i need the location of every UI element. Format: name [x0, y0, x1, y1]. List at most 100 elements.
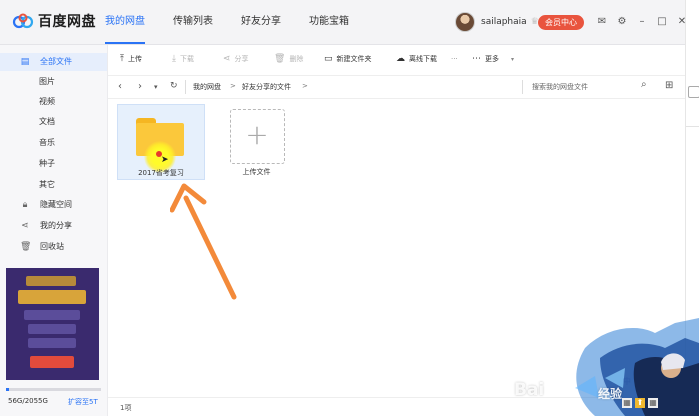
sidebar-item-label: 我的分享	[40, 221, 72, 230]
new-folder-label: 新建文件夹	[336, 55, 372, 63]
avatar[interactable]	[455, 12, 475, 32]
search-icon[interactable]: ⌕	[641, 79, 647, 90]
vip-center-button[interactable]: 会员中心	[538, 15, 584, 30]
storage-quota-fill	[6, 388, 9, 391]
delete-button[interactable]: 🗑︎ 删除	[274, 54, 303, 64]
sidebar-item-label: 隐藏空间	[40, 200, 72, 209]
new-folder-button[interactable]: ▭ 新建文件夹	[324, 54, 372, 64]
history-dropdown-icon[interactable]: ▾	[154, 83, 158, 91]
search-input[interactable]: 搜索我的网盘文件	[532, 82, 588, 92]
sidebar-item-label: 种子	[39, 159, 55, 168]
lock-icon: 🔒︎	[22, 200, 28, 210]
tab-my-disk[interactable]: 我的网盘	[105, 0, 145, 44]
trash-icon: 🗑︎	[274, 54, 286, 64]
expand-storage-link[interactable]: 扩容至5T	[68, 397, 98, 407]
upload-file-label[interactable]: 上传文件	[225, 167, 288, 177]
new-folder-icon: ▭	[324, 54, 333, 64]
toolbar: ⤒ 上传 ⤓ 下载 ⋖ 分享 🗑︎ 删除 ▭ 新建文件夹 ☁ 离线下载 ··· …	[108, 45, 685, 76]
folder-name[interactable]: 2017省考复习	[118, 168, 204, 178]
sidebar: ▤ 全部文件 图片 视频 文档 音乐 种子 其它 🔒︎ 隐藏空间 ⋖ 我的分享	[0, 45, 108, 416]
storage-quota-bar	[6, 388, 101, 391]
minimize-icon[interactable]: –	[636, 16, 648, 28]
system-tray: ▦ ⬆ ▦	[622, 398, 661, 408]
sidebar-item-label: 视频	[39, 97, 55, 106]
sidebar-item-label: 文档	[39, 117, 55, 126]
delete-label: 删除	[289, 55, 304, 63]
sidebar-item-hidden-space[interactable]: 🔒︎ 隐藏空间	[0, 196, 107, 214]
grid-view-icon[interactable]: ⊞	[665, 80, 673, 91]
upload-label: 上传	[127, 55, 142, 63]
window-controls: ✉ ⚙ – □ ✕	[596, 16, 696, 28]
sidebar-item-torrents[interactable]: 种子	[0, 155, 107, 173]
watermark-brand: Bai	[514, 380, 545, 400]
mail-icon[interactable]: ✉	[596, 16, 608, 28]
trash-icon: 🗑︎	[20, 242, 32, 252]
download-button[interactable]: ⤓ 下载	[172, 54, 194, 64]
download-icon: ⤓	[172, 54, 176, 64]
upload-icon: ⤒	[120, 54, 124, 64]
item-count: 1项	[120, 404, 132, 412]
app-name: 百度网盘	[38, 14, 96, 30]
refresh-icon[interactable]: ↻	[170, 81, 178, 91]
sidebar-item-all-files[interactable]: ▤ 全部文件	[0, 53, 107, 71]
sidebar-item-my-share[interactable]: ⋖ 我的分享	[0, 217, 107, 235]
user-info[interactable]: sailaphaia ♛	[455, 12, 539, 32]
more-dots-icon: ···	[451, 55, 458, 63]
breadcrumb-friend-shared-files[interactable]: 好友分享的文件	[242, 82, 291, 92]
sidebar-item-music[interactable]: 音乐	[0, 134, 107, 152]
share-icon: ⋖	[223, 54, 231, 64]
breadcrumb-separator: >	[302, 82, 308, 90]
window-icon	[688, 86, 699, 98]
tab-transfer-list[interactable]: 传输列表	[173, 0, 213, 44]
upload-file-tile[interactable]: +	[230, 109, 285, 164]
chevron-down-icon: ▾	[511, 55, 515, 63]
sidebar-item-other[interactable]: 其它	[0, 176, 107, 194]
download-label: 下载	[179, 55, 194, 63]
more-label: 更多	[485, 55, 499, 63]
tray-icon[interactable]: ▦	[622, 398, 632, 408]
breadcrumb-my-disk[interactable]: 我的网盘	[193, 82, 221, 92]
sidebar-item-label: 回收站	[40, 242, 64, 251]
tray-grid-icon[interactable]: ▦	[648, 398, 658, 408]
promo-banner[interactable]	[6, 268, 99, 380]
sidebar-item-label: 其它	[39, 180, 55, 189]
sidebar-item-documents[interactable]: 文档	[0, 113, 107, 131]
divider	[185, 80, 186, 94]
share-icon: ⋖	[21, 221, 29, 231]
breadcrumb-separator: >	[230, 82, 236, 90]
breadcrumb-bar: ‹ › ▾ ↻ 我的网盘 > 好友分享的文件 > 搜索我的网盘文件 ⌕ ⊞	[108, 76, 685, 99]
upload-button[interactable]: ⤒ 上传	[120, 54, 142, 64]
mouse-pointer-icon: ➤	[161, 155, 169, 165]
sidebar-item-label: 全部文件	[40, 57, 72, 66]
ime-indicator: 中	[623, 377, 631, 386]
sidebar-item-videos[interactable]: 视频	[0, 93, 107, 111]
watermark-jingyan: 经验	[598, 387, 623, 401]
sidebar-item-label: 音乐	[39, 138, 55, 147]
divider	[522, 80, 523, 94]
share-label: 分享	[234, 55, 249, 63]
offline-download-button[interactable]: ☁ 离线下载 ···	[396, 54, 458, 64]
offline-download-label: 离线下载	[409, 55, 437, 63]
username[interactable]: sailaphaia	[481, 17, 527, 27]
more-icon: ⋯	[472, 54, 481, 64]
sidebar-item-recycle-bin[interactable]: 🗑︎ 回收站	[0, 238, 107, 256]
file-icon: ▤	[20, 57, 30, 67]
cloud-logo-icon	[12, 13, 34, 29]
tray-up-icon[interactable]: ⬆	[635, 398, 645, 408]
more-button[interactable]: ⋯ 更多 ▾	[472, 54, 514, 64]
share-button[interactable]: ⋖ 分享	[223, 54, 249, 64]
cloud-download-icon: ☁	[396, 54, 405, 64]
header: 百度网盘 我的网盘 传输列表 好友分享 功能宝箱 sailaphaia ♛ 会员…	[0, 0, 686, 45]
tab-toolbox[interactable]: 功能宝箱	[309, 0, 349, 44]
main-tabs: 我的网盘 传输列表 好友分享 功能宝箱	[105, 0, 377, 44]
file-item-folder[interactable]: ➤ 2017省考复习	[117, 104, 205, 180]
settings-icon[interactable]: ⚙	[616, 16, 628, 28]
maximize-icon[interactable]: □	[656, 16, 668, 28]
annotation-arrow-icon	[170, 183, 237, 300]
app-logo[interactable]: 百度网盘	[12, 11, 96, 31]
sidebar-item-images[interactable]: 图片	[0, 73, 107, 91]
back-icon[interactable]: ‹	[118, 81, 122, 92]
tab-friend-share[interactable]: 好友分享	[241, 0, 281, 44]
plus-icon: +	[245, 118, 269, 151]
forward-icon[interactable]: ›	[138, 81, 142, 92]
